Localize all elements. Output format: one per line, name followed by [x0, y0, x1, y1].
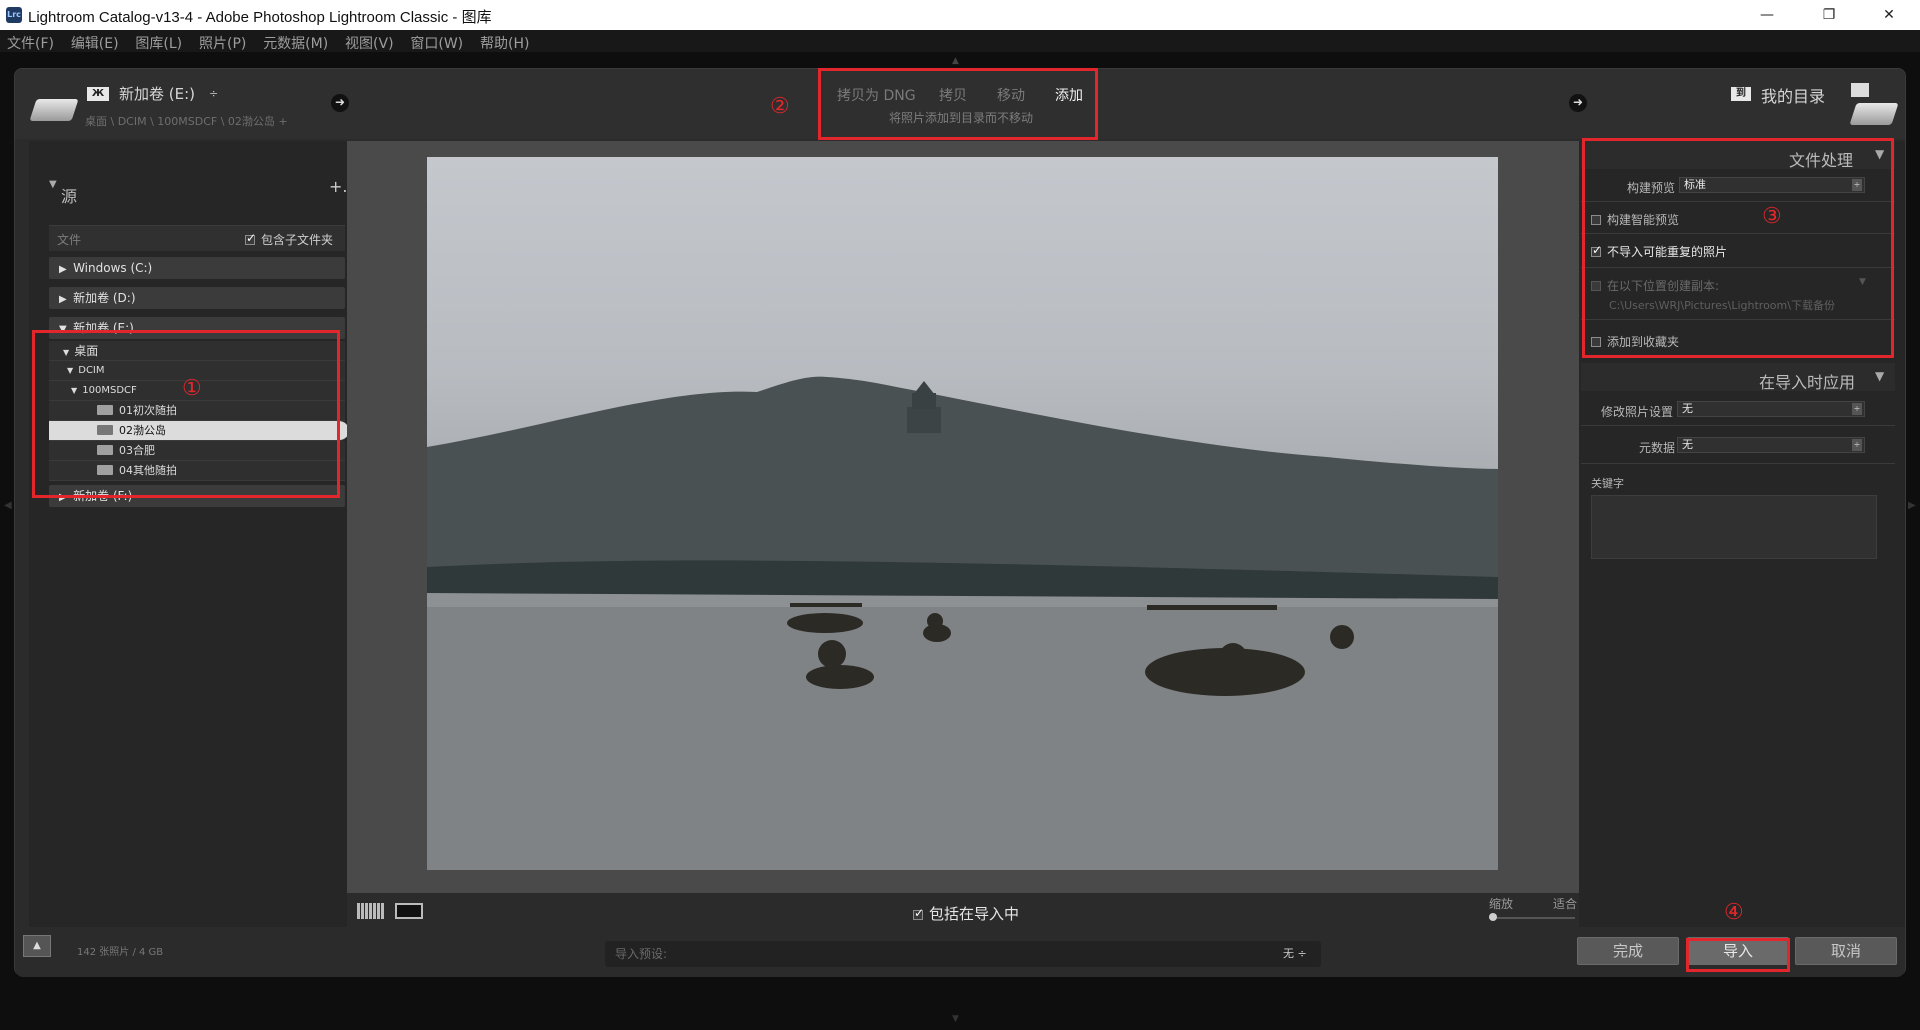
collapse-bottom-icon[interactable]: ▼: [952, 1014, 959, 1024]
source-name[interactable]: 新加卷 (E:): [119, 83, 195, 104]
metadata-label: 元数据: [1639, 441, 1676, 455]
develop-settings-value: 无: [1682, 402, 1693, 415]
source-arrow-icon: ➜: [331, 94, 349, 112]
preview-area: 包括在导入中 缩放 适合: [347, 141, 1579, 927]
destination-arrow-icon: ➜: [1569, 94, 1587, 112]
close-button[interactable]: ✕: [1866, 0, 1912, 30]
annotation-number-3: ③: [1762, 204, 1782, 229]
metadata-value: 无: [1682, 438, 1693, 451]
zoom-slider-handle[interactable]: [1489, 913, 1497, 921]
menu-help[interactable]: 帮助(H): [473, 30, 535, 53]
develop-settings-label: 修改照片设置: [1601, 405, 1674, 419]
include-subfolders-label: 包含子文件夹: [261, 233, 334, 247]
lightroom-app-icon: Lrc: [6, 7, 22, 23]
annotation-number-4: ④: [1724, 900, 1744, 925]
collapse-top-icon[interactable]: ▲: [952, 56, 959, 66]
include-in-import-label: 包括在导入中: [929, 905, 1020, 923]
import-preset-value[interactable]: 无 ÷: [1283, 945, 1307, 961]
photo-preview[interactable]: [427, 157, 1498, 870]
import-preset-label: 导入预设:: [615, 947, 668, 961]
source-menu-icon[interactable]: ÷: [209, 87, 218, 100]
left-panel-toggle-icon[interactable]: ◀: [4, 500, 12, 511]
fit-label: 适合: [1553, 897, 1578, 911]
divider: [1581, 425, 1895, 426]
keywords-input[interactable]: [1591, 495, 1877, 559]
drive-d[interactable]: ▶ 新加卷 (D:): [49, 287, 345, 309]
annotation-box-3: [1582, 138, 1894, 358]
include-subfolders-check[interactable]: [245, 231, 256, 245]
window-title-bar: Lrc Lightroom Catalog-v13-4 - Adobe Phot…: [0, 0, 1920, 30]
destination-name[interactable]: 我的目录: [1761, 83, 1825, 107]
minimize-button[interactable]: —: [1744, 0, 1790, 30]
files-label: 文件: [57, 233, 82, 247]
source-path: 桌面 \ DCIM \ 100MSDCF \ 02渤公岛 +: [85, 115, 288, 128]
right-panel-toggle-icon[interactable]: ▶: [1908, 500, 1916, 511]
menu-metadata[interactable]: 元数据(M): [256, 30, 334, 53]
annotation-box-2: [818, 68, 1098, 140]
annotation-box-4: [1686, 938, 1790, 972]
grid-view-icon[interactable]: [357, 903, 385, 919]
menu-file[interactable]: 文件(F): [0, 30, 60, 53]
menu-edit[interactable]: 编辑(E): [64, 30, 125, 53]
menu-window[interactable]: 窗口(W): [403, 30, 469, 53]
keywords-label: 关键字: [1591, 477, 1624, 490]
select-arrows-icon: ÷: [1852, 439, 1862, 451]
menu-library[interactable]: 图库(L): [128, 30, 188, 53]
source-drive-badge-icon: Ж: [87, 87, 109, 101]
import-bottom-bar: ▲ 142 张照片 / 4 GB 导入预设: 无 ÷ 完成 导入 取消: [15, 927, 1905, 977]
annotation-number-1: ①: [182, 376, 202, 401]
menu-photo[interactable]: 照片(P): [192, 30, 252, 53]
include-subfolders-checkbox[interactable]: 包含子文件夹: [245, 231, 333, 248]
add-source-button[interactable]: +.: [329, 177, 348, 196]
drive-d-label: 新加卷 (D:): [73, 291, 136, 305]
zoom-label: 缩放: [1489, 897, 1514, 911]
menu-bar: 文件(F) 编辑(E) 图库(L) 照片(P) 元数据(M) 视图(V) 窗口(…: [0, 30, 1920, 52]
photo-count: 142 张照片 / 4 GB: [77, 947, 164, 958]
metadata-select[interactable]: 无 ÷: [1677, 437, 1865, 453]
preview-toolbar: 包括在导入中 缩放 适合: [347, 893, 1579, 927]
drive-c-label: Windows (C:): [73, 261, 153, 275]
destination-drive-icon: [1849, 103, 1899, 125]
import-preset-bar[interactable]: [605, 941, 1321, 967]
source-header: 源: [61, 187, 78, 206]
menu-view[interactable]: 视图(V): [338, 30, 400, 53]
apply-during-import-header: 在导入时应用: [1759, 373, 1856, 392]
select-arrows-icon: ÷: [1852, 403, 1862, 415]
catalog-icon: 到: [1731, 87, 1751, 101]
divider: [1581, 463, 1895, 464]
source-drive-icon: [29, 99, 79, 121]
include-in-import-checkbox[interactable]: 包括在导入中: [913, 903, 1019, 924]
windows-logo-icon: [1851, 83, 1869, 97]
restore-button[interactable]: ❐: [1806, 0, 1852, 30]
cancel-button[interactable]: 取消: [1795, 937, 1897, 965]
loupe-view-icon[interactable]: [395, 903, 423, 919]
window-title: Lightroom Catalog-v13-4 - Adobe Photosho…: [28, 9, 492, 26]
annotation-box-1: [32, 330, 340, 498]
zoom-slider[interactable]: [1489, 917, 1575, 919]
collapse-apply-icon[interactable]: ▼: [1875, 369, 1884, 383]
source-panel: ▼ 源 +. 文件 包含子文件夹 ▶ Windows (C:) ▶ 新加卷 (D…: [29, 141, 349, 927]
lake-photo-image: [427, 376, 1498, 870]
collapse-source-icon[interactable]: ▼: [49, 179, 57, 190]
annotation-number-2: ②: [770, 94, 790, 119]
drive-c[interactable]: ▶ Windows (C:): [49, 257, 345, 279]
done-button[interactable]: 完成: [1577, 937, 1679, 965]
expand-panel-button[interactable]: ▲: [23, 935, 51, 957]
include-in-import-check[interactable]: [913, 906, 924, 920]
develop-settings-select[interactable]: 无 ÷: [1677, 401, 1865, 417]
